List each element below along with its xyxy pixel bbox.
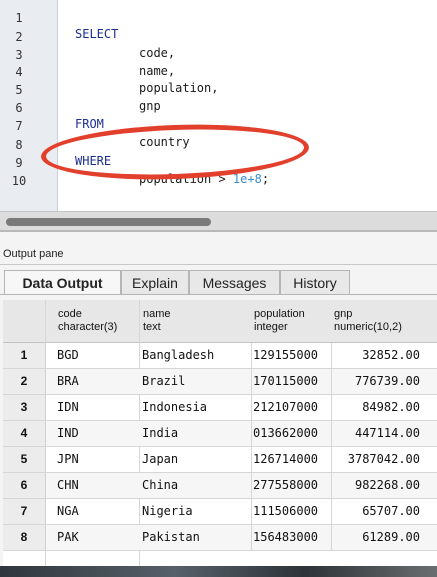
cell-population[interactable]: 212107000 <box>251 395 331 420</box>
table-row[interactable]: 1 BGD Bangladesh 129155000 32852.00 <box>3 343 437 369</box>
cell-population[interactable]: 111506000 <box>251 499 331 524</box>
cell-code[interactable]: JPN <box>57 447 137 472</box>
statement-terminator: ; <box>261 172 270 186</box>
tab-explain[interactable]: Explain <box>121 270 189 294</box>
tab-history[interactable]: History <box>280 270 350 294</box>
column-name: gnp <box>334 308 353 320</box>
cell-code[interactable]: BRA <box>57 369 137 394</box>
desktop-background-strip <box>0 566 437 577</box>
row-number[interactable]: 3 <box>3 395 46 420</box>
cell-population[interactable]: 277558000 <box>251 473 331 498</box>
divider <box>0 264 437 265</box>
table-row[interactable]: 8 PAK Pakistan 156483000 61289.00 <box>3 525 437 551</box>
code-line: 2 code, <box>0 13 437 60</box>
column-type: numeric(10,2) <box>334 321 402 333</box>
column-type: text <box>143 321 161 333</box>
grid-rows: 1 BGD Bangladesh 129155000 32852.00 2 BR… <box>3 343 437 551</box>
grid-header: code character(3) name text population i… <box>3 300 437 343</box>
data-output-grid[interactable]: code character(3) name text population i… <box>3 300 437 577</box>
cell-name[interactable]: Indonesia <box>142 395 248 420</box>
cell-name[interactable]: India <box>142 421 248 446</box>
code-line: 8 WHERE <box>0 121 437 168</box>
column-header-name[interactable]: name text <box>143 308 171 334</box>
table-row[interactable]: 3 IDN Indonesia 212107000 84982.00 <box>3 395 437 421</box>
row-number[interactable]: 7 <box>3 499 46 524</box>
line-number: 10 <box>11 174 27 188</box>
cell-population[interactable]: 170115000 <box>251 369 331 394</box>
row-number[interactable]: 1 <box>3 343 46 368</box>
code-line: 7 country <box>0 102 437 149</box>
cell-code[interactable]: IDN <box>57 395 137 420</box>
cell-gnp[interactable]: 84982.00 <box>331 395 420 420</box>
cell-code[interactable]: PAK <box>57 525 137 550</box>
output-pane-title: Output pane <box>3 248 64 260</box>
table-row[interactable]: 4 IND India 013662000 447114.00 <box>3 421 437 447</box>
code-line: 10 <box>0 157 437 188</box>
code-line: 9 population > 1e+8; <box>0 139 437 186</box>
cell-population[interactable]: 156483000 <box>251 525 331 550</box>
code-line: 5 gnp <box>0 66 437 113</box>
tab-messages[interactable]: Messages <box>189 270 280 294</box>
column-header-gnp[interactable]: gnp numeric(10,2) <box>334 308 402 334</box>
column-header-code[interactable]: code character(3) <box>58 308 117 334</box>
scrollbar-thumb[interactable] <box>6 218 211 226</box>
cell-gnp[interactable]: 447114.00 <box>331 421 420 446</box>
cell-code[interactable]: NGA <box>57 499 137 524</box>
cell-population[interactable]: 013662000 <box>251 421 331 446</box>
cell-population[interactable]: 129155000 <box>251 343 331 368</box>
table-row[interactable]: 2 BRA Brazil 170115000 776739.00 <box>3 369 437 395</box>
sql-condition: population > 1e+8; <box>139 171 269 187</box>
tab-strip-baseline <box>0 294 437 295</box>
cell-name[interactable]: Pakistan <box>142 525 248 550</box>
row-number[interactable]: 4 <box>3 421 46 446</box>
table-row[interactable]: 5 JPN Japan 126714000 3787042.00 <box>3 447 437 473</box>
column-name: name <box>143 308 171 320</box>
code-line: 3 name, <box>0 31 437 78</box>
column-name: code <box>58 308 82 320</box>
code-line: 1 SELECT <box>0 0 437 41</box>
cell-name[interactable]: Nigeria <box>142 499 248 524</box>
cell-gnp[interactable]: 776739.00 <box>331 369 420 394</box>
cell-gnp[interactable]: 32852.00 <box>331 343 420 368</box>
table-row[interactable]: 6 CHN China 277558000 982268.00 <box>3 473 437 499</box>
row-number[interactable]: 6 <box>3 473 46 498</box>
row-number[interactable]: 8 <box>3 525 46 550</box>
cell-gnp[interactable]: 3787042.00 <box>331 447 420 472</box>
cell-gnp[interactable]: 982268.00 <box>331 473 420 498</box>
tab-data-output[interactable]: Data Output <box>4 270 121 294</box>
column-type: integer <box>254 321 288 333</box>
code-line: 6 FROM <box>0 84 437 131</box>
sql-editor[interactable]: 1 SELECT 2 code, 3 name, 4 population, 5… <box>0 0 437 211</box>
table-row[interactable]: 7 NGA Nigeria 111506000 65707.00 <box>3 499 437 525</box>
row-number[interactable]: 5 <box>3 447 46 472</box>
cell-name[interactable]: Japan <box>142 447 248 472</box>
column-type: character(3) <box>58 321 118 333</box>
pane-splitter[interactable] <box>0 230 437 232</box>
editor-horizontal-scrollbar[interactable] <box>0 211 437 232</box>
cell-name[interactable]: Brazil <box>142 369 248 394</box>
condition-column: population > <box>139 172 233 186</box>
column-name: population <box>254 308 305 320</box>
cell-code[interactable]: IND <box>57 421 137 446</box>
condition-number: 1e+8 <box>232 172 262 186</box>
cell-code[interactable]: BGD <box>57 343 137 368</box>
column-header-population[interactable]: population integer <box>254 308 305 334</box>
cell-gnp[interactable]: 61289.00 <box>331 525 420 550</box>
cell-gnp[interactable]: 65707.00 <box>331 499 420 524</box>
row-number[interactable]: 2 <box>3 369 46 394</box>
cell-code[interactable]: CHN <box>57 473 137 498</box>
cell-name[interactable]: Bangladesh <box>142 343 248 368</box>
cell-name[interactable]: China <box>142 473 248 498</box>
code-line: 4 population, <box>0 48 437 95</box>
cell-population[interactable]: 126714000 <box>251 447 331 472</box>
